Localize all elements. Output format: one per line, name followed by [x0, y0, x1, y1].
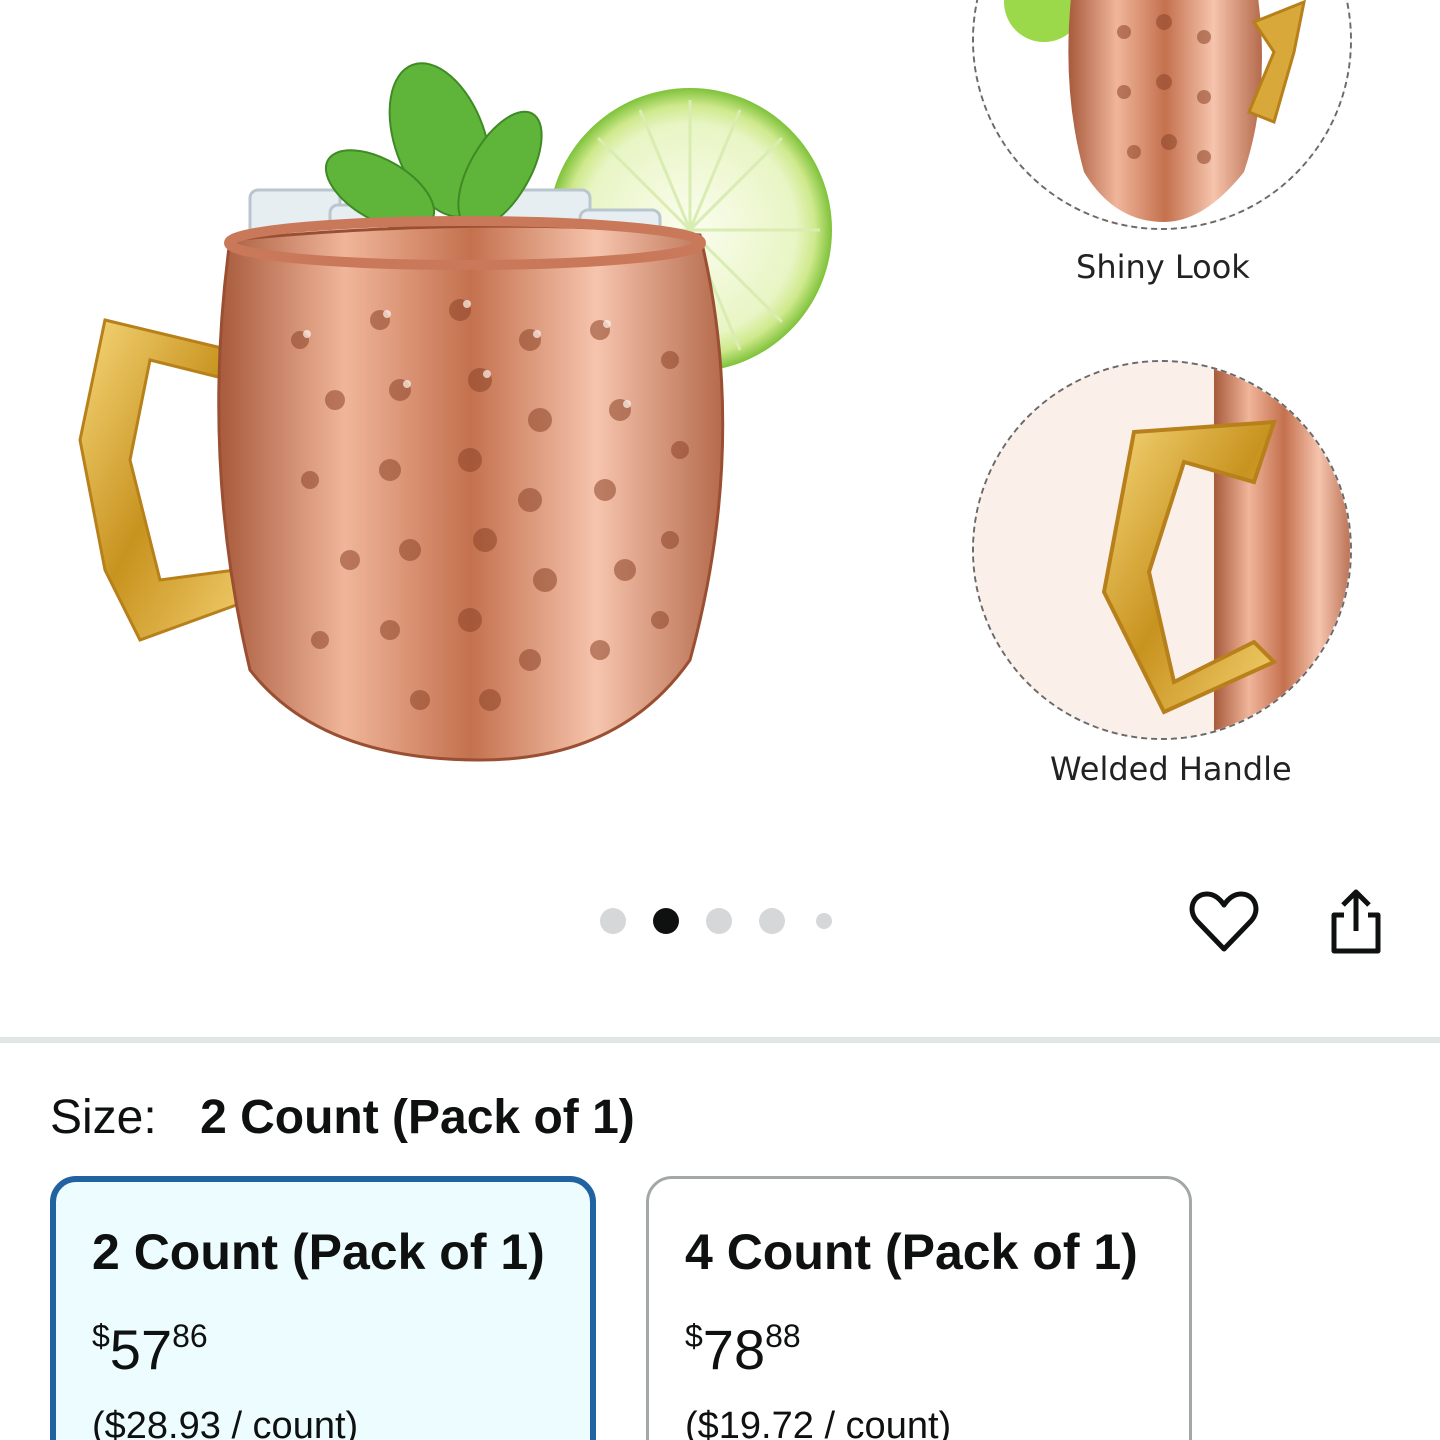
price-currency: $ [685, 1318, 703, 1354]
option-title: 4 Count (Pack of 1) [685, 1224, 1138, 1280]
size-selector-header: Size: 2 Count (Pack of 1) [50, 1088, 635, 1148]
price-fraction: 88 [765, 1318, 801, 1354]
carousel-dot[interactable] [600, 908, 626, 934]
option-title: 2 Count (Pack of 1) [92, 1224, 545, 1280]
welded-handle-label: Welded Handle [1050, 750, 1292, 788]
welded-handle-detail-image [972, 360, 1352, 740]
size-label: Size: [50, 1091, 157, 1144]
price-currency: $ [92, 1318, 110, 1354]
product-page: Shiny Look Welded Handle Size: 2 Count (… [0, 0, 1440, 1440]
add-to-list-button[interactable] [1184, 882, 1264, 962]
option-unit-price: ($28.93 / count) [92, 1405, 359, 1440]
size-option-4-count[interactable]: 4 Count (Pack of 1) $7888 ($19.72 / coun… [646, 1176, 1192, 1440]
carousel-dot[interactable] [706, 908, 732, 934]
shiny-look-label: Shiny Look [1076, 248, 1250, 286]
selected-size-value: 2 Count (Pack of 1) [200, 1091, 635, 1144]
carousel-dot[interactable] [816, 913, 832, 929]
product-main-image [78, 62, 832, 762]
price-whole: 78 [702, 1318, 766, 1381]
price-fraction: 86 [172, 1318, 208, 1354]
image-carousel-dots [600, 906, 859, 936]
shiny-look-detail-image [972, 0, 1352, 230]
option-unit-price: ($19.72 / count) [685, 1405, 952, 1440]
carousel-dot[interactable] [759, 908, 785, 934]
size-option-2-count[interactable]: 2 Count (Pack of 1) $5786 ($28.93 / coun… [50, 1176, 596, 1440]
share-icon [1331, 889, 1381, 954]
section-divider [0, 1037, 1440, 1043]
option-price: $7888 [685, 1306, 1153, 1380]
heart-icon [1189, 891, 1259, 952]
option-price: $5786 [92, 1306, 554, 1380]
price-whole: 57 [109, 1318, 173, 1381]
share-button[interactable] [1316, 882, 1396, 962]
carousel-dot-active[interactable] [653, 908, 679, 934]
product-image-gallery[interactable]: Shiny Look Welded Handle [0, 0, 1440, 1040]
